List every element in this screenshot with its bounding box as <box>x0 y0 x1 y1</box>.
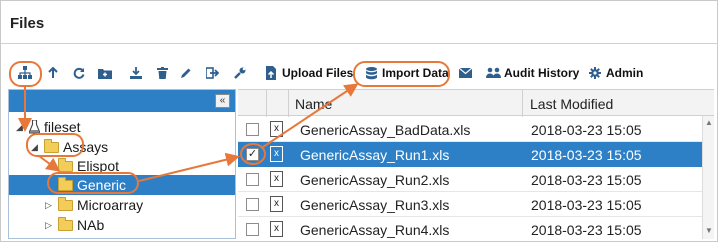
pencil-icon <box>178 65 194 81</box>
tree-item-label: NAb <box>77 217 105 233</box>
title-divider <box>1 43 718 44</box>
folder-icon <box>44 138 59 153</box>
column-header-name[interactable]: Name <box>295 96 332 112</box>
audit-history-label: Audit History <box>504 66 580 80</box>
folder-icon <box>58 216 73 231</box>
toolbar: Upload Files Import Data Audit History A… <box>1 58 718 88</box>
arrow-up-icon <box>45 65 61 81</box>
row-checkbox[interactable] <box>246 198 259 211</box>
table-row[interactable]: x GenericAssay_Run2.xls 2018-03-23 15:05 <box>238 167 714 192</box>
import-data-label: Import Data <box>382 66 449 80</box>
database-icon <box>363 65 379 81</box>
excel-file-icon: x <box>270 121 283 137</box>
delete-button[interactable] <box>154 64 170 82</box>
tree-item-generic[interactable]: Generic <box>58 175 126 195</box>
users-icon <box>485 65 501 81</box>
file-name[interactable]: GenericAssay_Run4.xls <box>300 222 449 238</box>
upload-icon <box>263 65 279 81</box>
file-modified: 2018-03-23 15:05 <box>531 147 642 163</box>
expanded-arrow-icon[interactable]: ◢ <box>31 142 41 153</box>
file-name[interactable]: GenericAssay_Run3.xls <box>300 197 449 213</box>
expanded-arrow-icon[interactable]: ◢ <box>16 122 26 133</box>
row-checkbox[interactable] <box>246 173 259 186</box>
configure-button[interactable] <box>232 64 248 82</box>
file-name[interactable]: GenericAssay_Run1.xls <box>300 147 449 163</box>
table-row[interactable]: x GenericAssay_Run3.xls 2018-03-23 15:05 <box>238 192 714 217</box>
tree-item-label: fileset <box>44 119 81 135</box>
tree-item-elispot[interactable]: Elispot <box>58 156 119 176</box>
column-divider <box>522 90 523 117</box>
excel-file-icon: x <box>270 196 283 212</box>
upload-files-label: Upload Files <box>282 66 354 80</box>
tree-item-fileset[interactable]: ◢ fileset <box>16 117 81 137</box>
new-folder-icon <box>97 65 113 81</box>
move-button[interactable] <box>204 64 220 82</box>
vertical-scrollbar[interactable]: ▲ ▼ <box>702 116 714 239</box>
excel-file-icon: x <box>270 171 283 187</box>
scroll-up-icon[interactable]: ▲ <box>705 118 713 127</box>
envelope-icon <box>457 65 473 81</box>
refresh-button[interactable] <box>71 64 87 82</box>
table-row-selected[interactable]: ✓ x GenericAssay_Run1.xls 2018-03-23 15:… <box>238 142 714 167</box>
file-name[interactable]: GenericAssay_BadData.xls <box>300 122 470 138</box>
admin-label: Admin <box>606 66 644 80</box>
table-row[interactable]: x GenericAssay_BadData.xls 2018-03-23 15… <box>238 117 714 142</box>
row-checkbox[interactable] <box>246 123 259 136</box>
column-divider <box>266 90 267 117</box>
audit-history-button[interactable]: Audit History <box>485 64 579 82</box>
row-checkbox[interactable] <box>246 223 259 236</box>
folder-tree-icon <box>17 65 33 81</box>
download-icon <box>128 65 144 81</box>
move-icon <box>204 65 220 81</box>
collapsed-arrow-icon[interactable]: ▷ <box>45 200 55 211</box>
column-divider <box>288 90 289 117</box>
tree-item-label: Microarray <box>77 197 144 213</box>
tree-item-label: Generic <box>77 177 127 193</box>
file-grid: Name Last Modified x GenericAssay_BadDat… <box>238 89 714 239</box>
tree-item-label: Elispot <box>77 158 120 174</box>
file-modified: 2018-03-23 15:05 <box>531 122 642 138</box>
table-row[interactable]: x GenericAssay_Run4.xls 2018-03-23 15:05 <box>238 217 714 239</box>
wrench-icon <box>232 65 248 81</box>
scroll-down-icon[interactable]: ▼ <box>705 226 713 235</box>
import-data-button[interactable]: Import Data <box>363 64 449 82</box>
tree-item-assays[interactable]: ◢ Assays <box>31 137 108 157</box>
folder-tree: « ◢ fileset ◢ Assays Elispot Generic ▷ M… <box>8 89 236 239</box>
column-header-last-modified[interactable]: Last Modified <box>530 96 613 112</box>
file-modified: 2018-03-23 15:05 <box>531 222 642 238</box>
admin-button[interactable]: Admin <box>587 64 643 82</box>
collapse-tree-button[interactable]: « <box>215 94 230 108</box>
tree-item-nab[interactable]: ▷ NAb <box>45 215 104 235</box>
excel-file-icon: x <box>270 221 283 237</box>
toggle-folder-tree-button[interactable] <box>17 64 33 82</box>
grid-header: Name Last Modified <box>238 89 714 117</box>
create-folder-button[interactable] <box>97 64 113 82</box>
trash-icon <box>154 65 170 81</box>
gear-icon <box>587 65 603 81</box>
files-panel: Files Upload Files Import Data Audit His… <box>0 0 718 242</box>
tree-item-microarray[interactable]: ▷ Microarray <box>45 195 143 215</box>
upload-files-button[interactable]: Upload Files <box>263 64 353 82</box>
panel-title: Files <box>10 15 45 32</box>
folder-icon <box>58 157 73 172</box>
tree-item-label: Assays <box>63 139 109 155</box>
excel-file-icon: x <box>270 146 283 162</box>
file-modified: 2018-03-23 15:05 <box>531 172 642 188</box>
file-modified: 2018-03-23 15:05 <box>531 197 642 213</box>
flask-icon <box>29 120 40 134</box>
refresh-icon <box>71 65 87 81</box>
download-button[interactable] <box>128 64 144 82</box>
email-button[interactable] <box>457 64 473 82</box>
row-checkbox-checked[interactable]: ✓ <box>246 148 259 161</box>
rename-button[interactable] <box>178 64 194 82</box>
parent-folder-button[interactable] <box>45 64 61 82</box>
folder-icon <box>58 176 73 191</box>
folder-icon <box>58 196 73 211</box>
folder-tree-header: « <box>9 90 235 112</box>
collapsed-arrow-icon[interactable]: ▷ <box>45 220 55 231</box>
file-name[interactable]: GenericAssay_Run2.xls <box>300 172 449 188</box>
